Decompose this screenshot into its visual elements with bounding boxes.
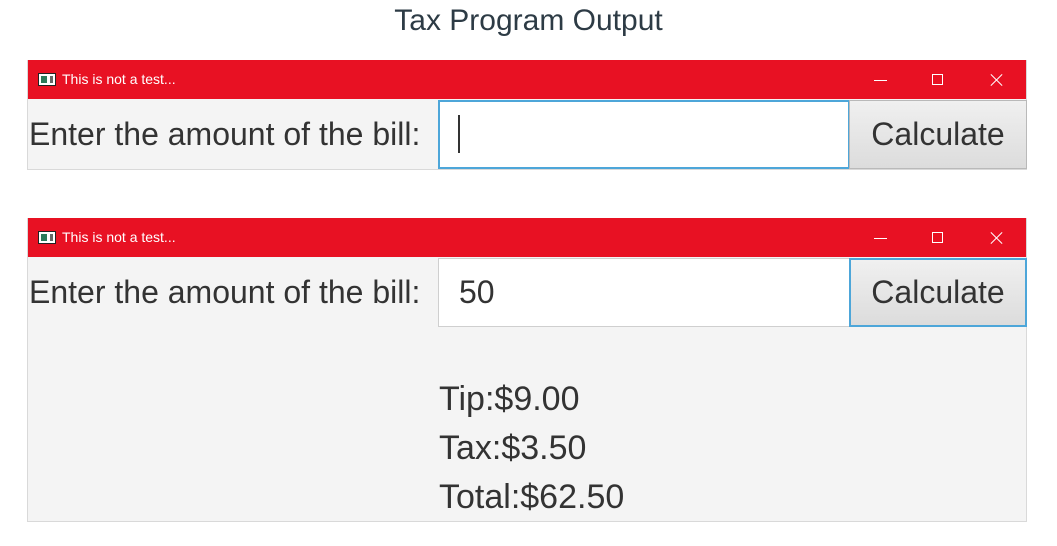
bill-amount-input[interactable]	[438, 258, 850, 327]
window-title: This is not a test...	[62, 71, 176, 87]
bill-amount-label: Enter the amount of the bill:	[29, 274, 421, 310]
minimize-icon[interactable]	[866, 66, 894, 94]
text-cursor	[458, 115, 460, 153]
calculate-button[interactable]: Calculate	[849, 258, 1027, 327]
app-window-empty: This is not a test... Enter the amount o…	[27, 60, 1027, 170]
title-bar[interactable]: This is not a test...	[28, 60, 1026, 99]
tip-result: Tip:$9.00	[439, 380, 580, 418]
calculate-button[interactable]: Calculate	[849, 100, 1027, 169]
java-app-icon	[38, 73, 56, 86]
window-title: This is not a test...	[62, 229, 176, 245]
maximize-icon[interactable]	[924, 224, 952, 252]
close-icon[interactable]	[983, 66, 1011, 94]
java-app-icon	[38, 231, 56, 244]
minimize-icon[interactable]	[866, 224, 894, 252]
total-result: Total:$62.50	[439, 478, 625, 516]
maximize-icon[interactable]	[924, 66, 952, 94]
bill-amount-label: Enter the amount of the bill:	[29, 116, 421, 152]
close-icon[interactable]	[983, 224, 1011, 252]
page-heading: Tax Program Output	[394, 4, 663, 37]
app-window-result: This is not a test... Enter the amount o…	[27, 218, 1027, 522]
tax-result: Tax:$3.50	[439, 429, 587, 467]
title-bar[interactable]: This is not a test...	[28, 218, 1026, 257]
bill-amount-input[interactable]	[438, 100, 850, 169]
